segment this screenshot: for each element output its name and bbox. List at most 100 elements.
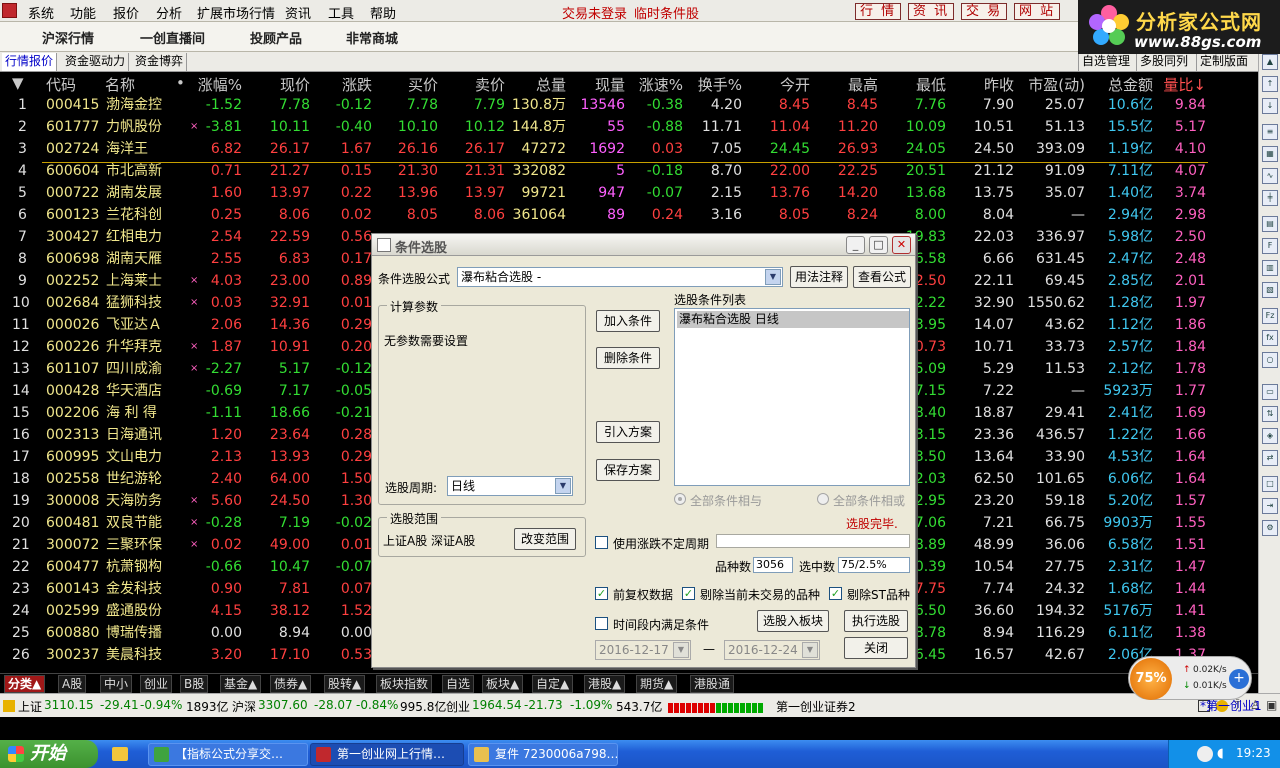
category-tab[interactable]: 自选 — [442, 675, 475, 693]
clock-icon[interactable]: ○ — [1262, 352, 1278, 368]
nav-hs-market[interactable]: 沪深行情 — [42, 28, 94, 47]
table-icon[interactable]: ▤ — [1262, 216, 1278, 232]
network-speed-widget[interactable]: 75% ↑ 0.02K/s ↓ 0.01K/s + — [1128, 656, 1252, 700]
save-plan-button[interactable]: 保存方案 — [596, 459, 660, 481]
quote-button[interactable]: 行 情 — [855, 3, 902, 20]
close-dialog-button[interactable]: 关闭 — [844, 637, 908, 659]
nav-advisory[interactable]: 投顾产品 — [250, 28, 302, 47]
column-header[interactable]: 涨幅% — [198, 74, 242, 95]
category-tab[interactable]: B股 — [180, 675, 209, 693]
column-header[interactable]: 换手% — [698, 74, 742, 95]
nav-mall[interactable]: 非常商城 — [346, 28, 398, 47]
sh-name[interactable]: 上证 — [18, 698, 42, 715]
sort-icon[interactable]: ⇅ — [1262, 406, 1278, 422]
condition-list[interactable]: 瀑布粘合选股 日线 — [674, 308, 910, 486]
category-tab[interactable]: 分类▲ — [4, 675, 46, 693]
fiz-icon[interactable]: Fz — [1262, 308, 1278, 324]
column-header[interactable]: • — [176, 74, 185, 92]
folder-icon[interactable]: ▭ — [1262, 384, 1278, 400]
exclude-untraded-checkbox[interactable]: ✓ — [682, 587, 695, 600]
menu-system[interactable]: 系统 — [28, 3, 54, 22]
zoom-icon[interactable]: ◈ — [1262, 428, 1278, 444]
info-button[interactable]: 资 讯 — [908, 3, 955, 20]
task-formula-share[interactable]: 【指标公式分享交… — [148, 743, 308, 766]
category-tab[interactable]: 创业 — [140, 675, 173, 693]
category-tab[interactable]: 股转▲ — [324, 675, 366, 693]
f10-icon[interactable]: F — [1262, 238, 1278, 254]
exclude-st-checkbox[interactable]: ✓ — [829, 587, 842, 600]
plus-icon[interactable]: + — [1229, 669, 1249, 689]
chart-icon[interactable]: ▥ — [1262, 260, 1278, 276]
category-tab[interactable]: 基金▲ — [220, 675, 262, 693]
column-header[interactable]: 现价 — [280, 74, 310, 95]
and-radio[interactable] — [674, 493, 686, 505]
category-tab[interactable]: 债券▲ — [270, 675, 312, 693]
menu-info[interactable]: 资讯 — [285, 3, 311, 22]
date-from-picker[interactable]: 2016-12-17 ▼ — [595, 640, 691, 660]
table-row[interactable]: 1 000415 渤海金控 -1.52 7.78 -0.12 7.78 7.79 130.8万 1… — [0, 94, 1258, 116]
candlestick-icon[interactable]: ╪ — [1262, 190, 1278, 206]
category-tab[interactable]: A股 — [58, 675, 87, 693]
menu-function[interactable]: 功能 — [70, 3, 96, 22]
window-icon[interactable]: □ — [1262, 476, 1278, 492]
usage-note-button[interactable]: 用法注释 — [790, 266, 848, 288]
grid-icon[interactable]: ▦ — [1262, 146, 1278, 162]
close-icon[interactable]: ✕ — [892, 236, 911, 254]
tab-fund-drive[interactable]: 资金驱动力 — [62, 53, 130, 71]
menu-help[interactable]: 帮助 — [370, 3, 396, 22]
line-chart-icon[interactable]: ∿ — [1262, 168, 1278, 184]
table-row[interactable]: 3 002724 海洋王 6.82 26.17 1.67 26.16 26.17 47272 16… — [0, 138, 1258, 160]
sz-name[interactable]: 沪深 — [232, 698, 256, 715]
column-header[interactable]: 量比↓ — [1163, 74, 1206, 95]
delete-condition-button[interactable]: 删除条件 — [596, 347, 660, 369]
task-quote-app[interactable]: 第一创业网上行情… — [310, 743, 464, 766]
back-icon[interactable] — [1197, 746, 1213, 762]
add-condition-button[interactable]: 加入条件 — [596, 310, 660, 332]
column-header[interactable]: 代码 — [46, 74, 76, 95]
period-condition-checkbox[interactable] — [595, 617, 608, 630]
quick-launch-icon[interactable] — [112, 747, 128, 761]
menu-quote[interactable]: 报价 — [113, 3, 139, 22]
category-tab[interactable]: 港股通 — [690, 675, 735, 693]
use-unfixed-period-checkbox[interactable] — [595, 536, 608, 549]
lock-icon[interactable]: ▣ — [1266, 698, 1277, 712]
table-row[interactable]: 6 600123 兰花科创 0.25 8.06 0.02 8.05 8.06 361064 89 0… — [0, 204, 1258, 226]
category-tab[interactable]: 板块▲ — [482, 675, 524, 693]
or-radio[interactable] — [817, 493, 829, 505]
menu-analysis[interactable]: 分析 — [156, 3, 182, 22]
table-row[interactable]: 5 000722 湖南发展 1.60 13.97 0.22 13.96 13.97 99721 9… — [0, 182, 1258, 204]
maximize-button[interactable]: □ — [869, 236, 888, 254]
column-header[interactable]: ▼ — [12, 74, 24, 92]
formula-icon[interactable]: fx — [1262, 330, 1278, 346]
run-screen-button[interactable]: 执行选股 — [844, 610, 908, 632]
category-tab[interactable]: 期货▲ — [636, 675, 678, 693]
trade-button[interactable]: 交 易 — [961, 3, 1008, 20]
list-icon[interactable]: ≡ — [1262, 124, 1278, 140]
menu-extended-market[interactable]: 扩展市场行情 — [197, 3, 275, 22]
nav-live-room[interactable]: 一创直播间 — [140, 28, 205, 47]
column-header[interactable]: 总量 — [536, 74, 566, 95]
view-formula-button[interactable]: 查看公式 — [853, 266, 911, 288]
table-row[interactable]: 2 601777 力帆股份 × -3.81 10.11 -0.40 10.10 10.12 144… — [0, 116, 1258, 138]
multi-stock-button[interactable]: 多股同列 — [1136, 53, 1191, 71]
column-header[interactable]: 涨速% — [639, 74, 683, 95]
column-header[interactable]: 卖价 — [475, 74, 505, 95]
column-header[interactable]: 最低 — [916, 74, 946, 95]
column-header[interactable]: 昨收 — [984, 74, 1014, 95]
swap-icon[interactable]: ⇄ — [1262, 450, 1278, 466]
column-header[interactable]: 今开 — [780, 74, 810, 95]
date-to-picker[interactable]: 2016-12-24 ▼ — [724, 640, 820, 660]
dialog-titlebar[interactable]: 条件选股 _ □ ✕ — [372, 234, 915, 256]
period-select[interactable]: 日线 ▼ — [447, 476, 573, 496]
website-button[interactable]: 网 站 — [1014, 3, 1061, 20]
export-icon[interactable]: ⇥ — [1262, 498, 1278, 514]
settings-icon[interactable]: ⚙ — [1262, 520, 1278, 536]
start-button[interactable]: 开始 — [0, 740, 98, 768]
column-header[interactable]: 名称 — [105, 74, 135, 95]
category-tab[interactable]: 板块指数 — [376, 675, 433, 693]
minimize-button[interactable]: _ — [846, 236, 865, 254]
column-header[interactable]: 市盈(动) — [1028, 74, 1085, 95]
task-copy-file[interactable]: 复件 7230006a798… — [468, 743, 618, 766]
category-tab[interactable]: 自定▲ — [532, 675, 574, 693]
forward-adjust-checkbox[interactable]: ✓ — [595, 587, 608, 600]
